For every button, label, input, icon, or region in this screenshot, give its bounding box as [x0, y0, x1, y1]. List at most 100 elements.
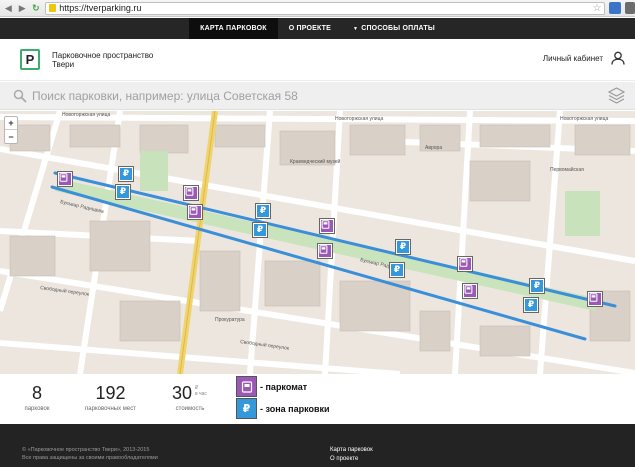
forward-icon[interactable]: ▶: [17, 3, 28, 14]
places-count: 192: [95, 383, 126, 403]
site-footer: © «Парковочное пространство Твери», 2013…: [0, 424, 635, 467]
parking-map[interactable]: Новоторжская улица Новоторжская улица Но…: [0, 111, 635, 374]
parking-meter-marker[interactable]: [318, 244, 332, 258]
lock-icon: [49, 4, 57, 12]
legend-parkomat: - паркомат: [236, 376, 307, 397]
top-navigation: Карта парковок О проекте ▼ Способы оплат…: [0, 18, 635, 39]
ruble-symbol: ₽: [533, 280, 541, 291]
places-label: парковочных мест: [85, 406, 136, 412]
stat-parkings: 8 парковок: [22, 383, 52, 412]
parking-zone-icon: ₽: [236, 398, 257, 419]
footer-copyright: © «Парковочное пространство Твери», 2013…: [22, 446, 158, 462]
zoom-out-button[interactable]: −: [5, 130, 17, 143]
legend-parkomat-text: - паркомат: [260, 381, 308, 392]
street-label: Новоторжская улица: [62, 112, 110, 118]
footer-links: Карта парковок О проекте: [330, 446, 373, 464]
ruble-symbol: ₽: [259, 205, 267, 216]
chevron-down-icon: ▼: [353, 25, 359, 32]
back-icon[interactable]: ◀: [3, 3, 14, 14]
extension-icon[interactable]: [609, 2, 622, 14]
nav-item-label: Способы оплаты: [361, 25, 435, 32]
reload-icon[interactable]: ↻: [31, 3, 42, 14]
parking-meter-marker[interactable]: [588, 292, 602, 306]
street-label: Новоторжская улица: [560, 116, 608, 122]
address-bar[interactable]: https://tverparking.ru ☆: [45, 1, 606, 15]
cost-period: в час: [195, 391, 207, 397]
star-icon[interactable]: ☆: [592, 3, 601, 14]
cost-label: стоимость: [175, 406, 205, 412]
site-header: P Парковочное пространство Твери Личный …: [0, 39, 635, 81]
parkings-label: парковок: [24, 406, 50, 412]
stat-places: 192 парковочных мест: [78, 383, 143, 412]
stat-cost: 30 ₽ в час стоимость: [168, 383, 212, 412]
logo-letter: P: [25, 52, 35, 67]
search-bar: [0, 82, 635, 110]
parking-meter-icon: [589, 293, 598, 302]
ruble-symbol: ₽: [256, 224, 264, 235]
parking-meter-icon: [321, 220, 330, 229]
nav-item-map[interactable]: Карта парковок: [189, 18, 278, 39]
legend-zone-text: - зона парковки: [260, 403, 330, 414]
ruble-symbol: ₽: [393, 264, 401, 275]
street-label: Свободный переулок: [240, 338, 291, 352]
ruble-symbol: ₽: [122, 168, 130, 179]
parking-meter-icon: [464, 285, 473, 294]
user-icon[interactable]: [610, 51, 626, 65]
parking-meter-marker[interactable]: [463, 284, 477, 298]
nav-item-label: О проекте: [288, 25, 332, 32]
browser-toolbar: ◀ ▶ ↻ https://tverparking.ru ☆: [0, 0, 635, 17]
ruble-symbol: ₽: [527, 299, 535, 310]
ruble-symbol: ₽: [119, 186, 127, 197]
parking-zone-marker[interactable]: ₽: [396, 240, 410, 254]
stats-panel: 8 парковок 192 парковочных мест 30 ₽ в ч…: [0, 374, 635, 424]
place-label: Прокуратура: [215, 317, 245, 323]
zoom-control: + −: [4, 116, 18, 144]
parking-meter-marker[interactable]: [58, 172, 72, 186]
museum-label: Краеведческий музей: [290, 158, 341, 165]
copyright-text: © «Парковочное пространство Твери», 2013…: [22, 447, 150, 453]
parkings-count: 8: [31, 383, 42, 403]
url-text: https://tverparking.ru: [59, 3, 142, 13]
nav-item-about[interactable]: О проекте: [278, 18, 342, 39]
footer-link-map[interactable]: Карта парковок: [330, 446, 373, 455]
ruble-symbol: ₽: [399, 241, 407, 252]
zoom-in-button[interactable]: +: [5, 117, 17, 130]
nav-item-label: Карта парковок: [200, 25, 267, 32]
search-icon: [13, 89, 27, 103]
parking-meter-marker[interactable]: [320, 219, 334, 233]
brand-line-2: Твери: [52, 60, 75, 69]
cost-unit: ₽ в час: [195, 385, 207, 397]
parking-meter-marker[interactable]: [188, 205, 202, 219]
parking-meter-icon: [319, 245, 328, 254]
parking-meter-icon: [189, 206, 198, 215]
rights-text: Все права защищены за своими правооблада…: [22, 455, 158, 461]
footer-link-about[interactable]: О проекте: [330, 455, 373, 464]
place-label: Первомайская: [550, 166, 584, 173]
parking-zone-marker[interactable]: ₽: [524, 298, 538, 312]
parking-zone-marker[interactable]: ₽: [256, 204, 270, 218]
legend-zone: ₽ - зона парковки: [236, 398, 330, 419]
search-input[interactable]: [32, 86, 592, 106]
map-canvas[interactable]: Новоторжская улица Новоторжская улица Но…: [0, 111, 635, 374]
nav-item-payment[interactable]: ▼ Способы оплаты: [342, 18, 446, 39]
parking-meter-icon: [236, 376, 257, 397]
parking-zone-marker[interactable]: ₽: [119, 167, 133, 181]
parking-meter-icon: [185, 187, 194, 196]
personal-cabinet-link[interactable]: Личный кабинет: [543, 54, 603, 63]
parking-zone-marker[interactable]: ₽: [530, 279, 544, 293]
page: ◀ ▶ ↻ https://tverparking.ru ☆ Карта пар…: [0, 0, 635, 467]
place-label: Аврора: [425, 145, 442, 151]
parking-zone-marker[interactable]: ₽: [116, 185, 130, 199]
parking-zone-marker[interactable]: ₽: [253, 223, 267, 237]
parking-meter-marker[interactable]: [184, 186, 198, 200]
parking-meter-marker[interactable]: [458, 257, 472, 271]
logo-icon[interactable]: P: [20, 49, 40, 70]
brand-title[interactable]: Парковочное пространство Твери: [52, 51, 153, 69]
layers-icon[interactable]: [608, 87, 625, 105]
street-label: Новоторжская улица: [335, 116, 383, 122]
brand-line-1: Парковочное пространство: [52, 51, 154, 60]
parking-meter-icon: [59, 173, 68, 182]
menu-icon[interactable]: [625, 2, 635, 14]
parking-zone-marker[interactable]: ₽: [390, 263, 404, 277]
ruble-symbol: ₽: [242, 403, 251, 415]
